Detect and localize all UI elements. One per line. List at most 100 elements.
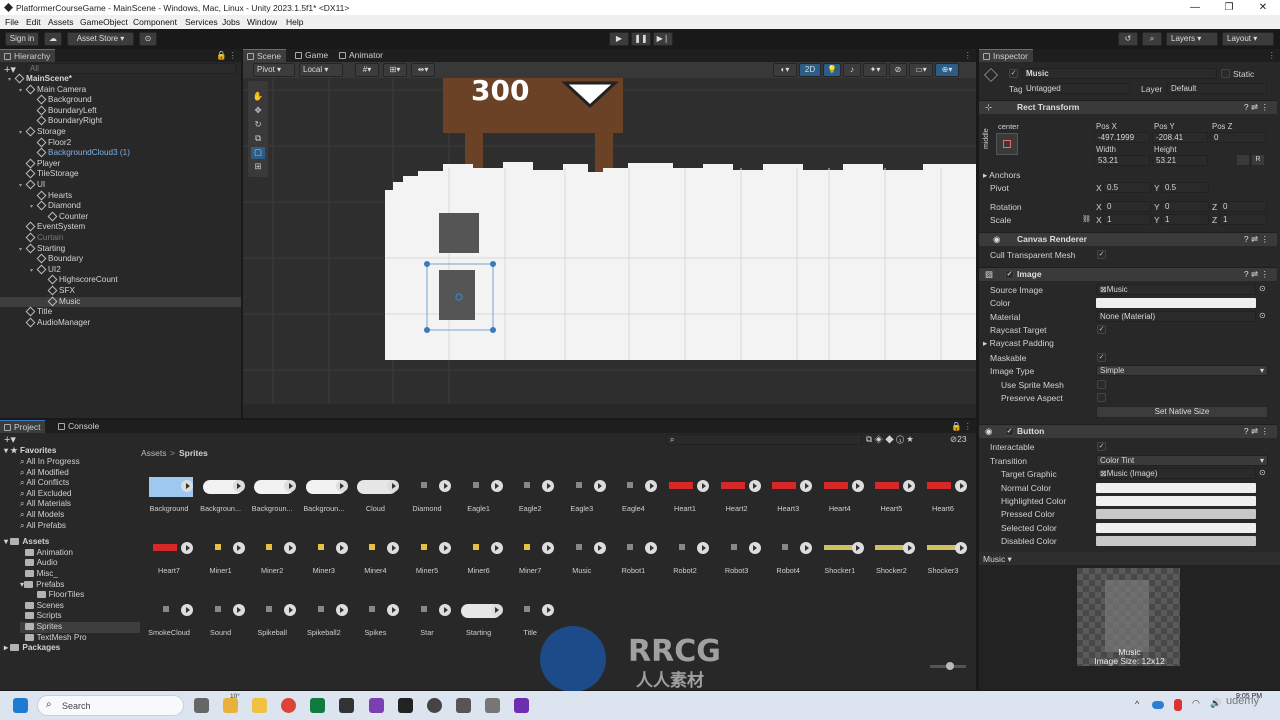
app-icon[interactable] [310,698,325,713]
tab-game[interactable]: Game [291,49,333,62]
height-input[interactable]: 53.21 [1152,155,1208,166]
hierarchy-item[interactable]: EventSystem [0,221,241,233]
lock-icon[interactable]: 🔒 [216,50,227,61]
tab-console[interactable]: Console [54,420,104,433]
favorite-item[interactable]: ⌕ All Materials [20,499,71,510]
hierarchy-item[interactable]: HighscoreCount [0,274,241,286]
more-menu-icon[interactable]: ⋮ [964,421,973,432]
sprite-asset[interactable]: Starting [453,598,505,658]
expand-sprite-icon[interactable] [490,542,503,554]
expand-sprite-icon[interactable] [903,480,916,492]
component-menu-icon[interactable]: ? ⇌ ⋮ [1244,233,1269,246]
gizmos-icon[interactable]: ⊕▾ [935,63,959,77]
expand-sprite-icon[interactable] [645,480,658,492]
menu-assets[interactable]: Assets [48,17,74,27]
grid-snap-icon[interactable]: #▾ [355,63,379,77]
expand-sprite-icon[interactable] [490,604,503,616]
normal-color-swatch[interactable] [1096,483,1256,493]
hierarchy-item[interactable]: ▾ Main Camera [0,84,241,96]
sprite-asset[interactable]: Cloud [349,474,401,534]
anchor-presets-icon[interactable] [996,133,1018,155]
sprite-asset[interactable]: Miner4 [349,536,401,596]
expand-sprite-icon[interactable] [851,542,864,554]
rot-z-input[interactable]: 0 [1219,201,1267,212]
breadcrumb-assets[interactable]: Assets [141,448,167,458]
preserve-aspect-checkbox[interactable] [1097,393,1106,402]
raycast-padding-foldout[interactable]: ▸ Raycast Padding [983,338,1054,349]
sign-in-button[interactable]: Sign in [5,32,39,46]
project-folder[interactable]: Animation [20,548,73,559]
expand-sprite-icon[interactable] [284,480,297,492]
lock-icon[interactable]: 🔒 [951,421,962,432]
expand-sprite-icon[interactable] [439,542,451,554]
expand-sprite-icon[interactable] [800,480,813,492]
expand-sprite-icon[interactable] [387,480,400,492]
expand-sprite-icon[interactable] [542,480,555,492]
project-folder[interactable]: ▾ Prefabs [20,580,64,591]
project-folder[interactable]: Sprites [20,622,140,633]
rot-y-input[interactable]: 0 [1161,201,1209,212]
search-by-type-icon[interactable]: ⧉ ◈ ◆ ⓘ ★ [866,434,913,445]
menu-gameobject[interactable]: GameObject [80,17,128,27]
expand-sprite-icon[interactable] [439,604,451,616]
component-menu-icon[interactable]: ? ⇌ ⋮ [1244,268,1269,281]
hierarchy-item[interactable]: Floor2 [0,137,241,149]
object-picker-icon[interactable]: ⊙ [1259,284,1266,293]
sprite-asset[interactable]: Music [556,536,608,596]
set-native-size-button[interactable]: Set Native Size [1096,406,1268,418]
visual-studio-icon[interactable] [369,698,384,713]
favorites-header[interactable]: ▾ ★ Favorites [4,446,56,457]
hierarchy-item[interactable]: Background [0,94,241,106]
raw-edit-icon[interactable]: R [1252,155,1264,165]
sprite-asset[interactable]: Heart5 [865,474,917,534]
hierarchy-item[interactable]: ▾ Starting [0,243,241,255]
expand-sprite-icon[interactable] [181,480,193,492]
image-header[interactable]: ▨ ✓ Image ? ⇌ ⋮ [979,267,1277,281]
collab-icon[interactable]: ⊙ [139,32,157,46]
taskbar-search-input[interactable]: ⌕ Search [37,695,184,716]
effects-icon[interactable]: ✦▾ [863,63,887,77]
scale-x-input[interactable]: 1 [1103,214,1151,225]
expand-sprite-icon[interactable] [800,542,813,554]
interactable-checkbox[interactable]: ✓ [1097,442,1106,451]
transition-dropdown[interactable]: Color Tint ▾ [1096,455,1268,466]
project-folder[interactable]: FloorTiles [32,590,84,601]
obs-icon[interactable] [427,698,442,713]
material-field[interactable]: None (Material) [1096,311,1256,322]
object-picker-icon[interactable]: ⊙ [1259,311,1266,320]
hierarchy-item[interactable]: Title [0,306,241,318]
create-icon[interactable]: +▾ [4,433,16,446]
lighting-icon[interactable]: 💡 [823,63,841,77]
app-icon-3[interactable] [485,698,500,713]
hierarchy-item[interactable]: ▾ Diamond [0,200,241,212]
tab-inspector[interactable]: Inspector [979,49,1033,62]
audio-icon[interactable]: ♪ [843,63,861,77]
packages-folder[interactable]: ▸ Packages [4,643,60,654]
wifi-icon[interactable]: ◠ [1192,698,1200,709]
scale-tool-icon[interactable]: ⧉ [251,133,265,145]
sprite-asset[interactable]: Background [143,474,195,534]
hierarchy-item[interactable]: Counter [0,211,241,223]
sprite-asset[interactable]: SmokeCloud [143,598,195,658]
expand-sprite-icon[interactable] [748,480,761,492]
rect-transform-header[interactable]: ⊹ Rect Transform ? ⇌ ⋮ [979,100,1277,114]
snap-increment-icon[interactable]: ⊞▾ [383,63,407,77]
more-menu-icon[interactable]: ⋮ [229,50,238,61]
pressed-color-swatch[interactable] [1096,509,1256,519]
sprite-asset[interactable]: Heart1 [659,474,711,534]
expand-sprite-icon[interactable] [232,480,245,492]
cloud-icon[interactable]: ☁ [44,32,62,46]
static-checkbox[interactable] [1221,69,1230,78]
sprite-asset[interactable]: Backgroun... [298,474,350,534]
sprite-asset[interactable]: Shocker1 [814,536,866,596]
hierarchy-search-input[interactable]: All [26,63,236,74]
minimize-button[interactable]: — [1178,0,1212,15]
pivot-y-input[interactable]: 0.5 [1161,182,1209,193]
favorite-item[interactable]: ⌕ All Models [20,510,64,521]
use-sprite-mesh-checkbox[interactable] [1097,380,1106,389]
expand-sprite-icon[interactable] [748,542,761,554]
project-folder[interactable]: Scenes [20,601,64,612]
assets-folder[interactable]: ▾ Assets [4,537,49,548]
camera-icon[interactable]: ▭▾ [909,63,933,77]
favorite-item[interactable]: ⌕ All In Progress [20,457,80,468]
